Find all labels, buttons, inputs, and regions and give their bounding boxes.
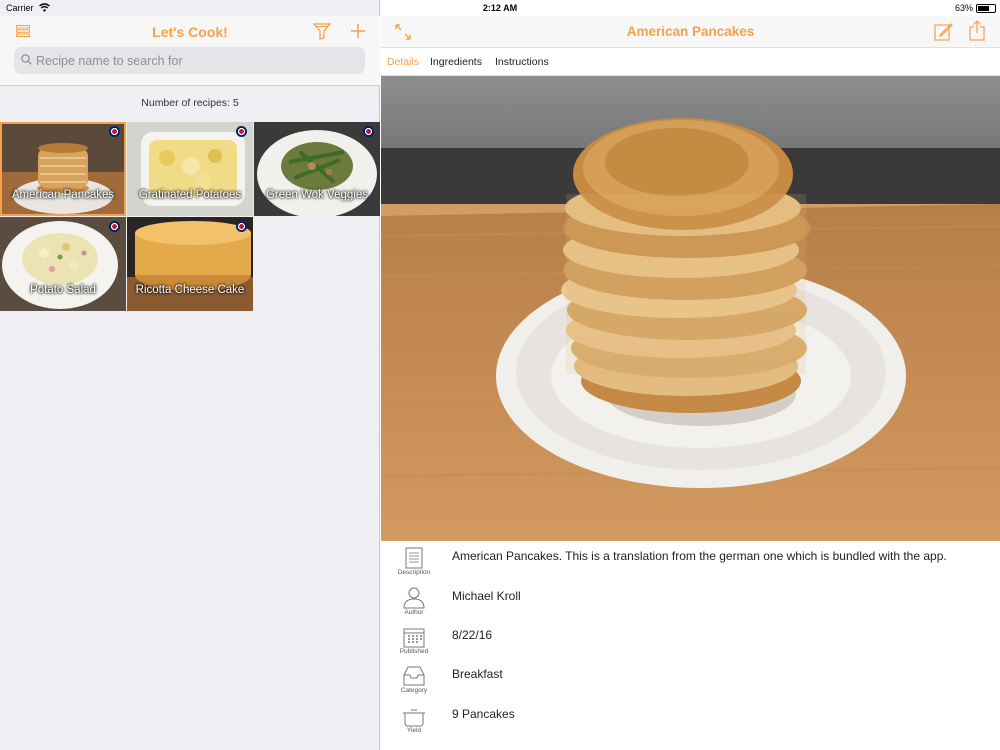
recipe-tile-ricotta-cheese-cake[interactable]: Ricotta Cheese Cake bbox=[127, 217, 253, 311]
uk-flag-icon bbox=[109, 126, 120, 137]
share-icon[interactable] bbox=[969, 20, 985, 41]
pot-icon bbox=[403, 709, 425, 727]
left-navigation-bar: Let's Cook! bbox=[0, 16, 380, 86]
recipe-tile-gratinated-potatoes[interactable]: Gratinated Potatoes bbox=[127, 122, 253, 216]
recipe-count: Number of recipes: 5 bbox=[141, 97, 239, 109]
recipe-list-panel: Let's Cook! Number of recipes: 5 bbox=[0, 0, 380, 750]
recipe-name: American Pancakes bbox=[11, 189, 115, 201]
battery-percent: 63% bbox=[954, 3, 973, 13]
search-bar[interactable] bbox=[14, 47, 365, 74]
recipe-detail-panel: American Pancakes Details Ingredients In… bbox=[381, 0, 1000, 750]
detail-value: Michael Kroll bbox=[452, 589, 521, 603]
calendar-icon bbox=[403, 628, 425, 648]
detail-caption: Description bbox=[397, 569, 431, 576]
edit-icon[interactable] bbox=[934, 22, 953, 41]
clock: 2:12 AM bbox=[482, 3, 518, 13]
person-icon bbox=[403, 587, 425, 609]
search-input[interactable] bbox=[36, 51, 356, 70]
uk-flag-icon bbox=[236, 221, 247, 232]
recipe-tile-green-wok-veggies[interactable]: Green Wok Veggies bbox=[254, 122, 380, 216]
detail-row-author: Author Michael Kroll bbox=[381, 581, 1000, 620]
recipe-thumbnail bbox=[127, 217, 253, 311]
filter-icon[interactable] bbox=[313, 23, 331, 40]
detail-value: 9 Pancakes bbox=[452, 707, 515, 721]
detail-row-published: Published 8/22/16 bbox=[381, 620, 1000, 659]
add-icon[interactable] bbox=[350, 23, 366, 39]
recipe-name: Gratinated Potatoes bbox=[138, 189, 242, 201]
right-navigation-bar: American Pancakes bbox=[381, 16, 1000, 48]
recipe-tile-potato-salad[interactable]: Potato Salad bbox=[0, 217, 126, 311]
search-icon bbox=[21, 54, 32, 65]
uk-flag-icon bbox=[236, 126, 247, 137]
battery-icon bbox=[976, 4, 996, 13]
uk-flag-icon bbox=[363, 126, 374, 137]
recipe-name: Ricotta Cheese Cake bbox=[135, 284, 245, 296]
recipe-title: American Pancakes bbox=[626, 24, 755, 39]
detail-caption: Category bbox=[400, 687, 428, 694]
recipe-name: Potato Salad bbox=[30, 284, 96, 296]
detail-row-category: Category Breakfast bbox=[381, 659, 1000, 698]
detail-caption: Yield bbox=[406, 727, 422, 734]
document-icon bbox=[405, 547, 423, 569]
recipe-thumbnail bbox=[254, 122, 380, 216]
tray-icon bbox=[403, 666, 425, 686]
detail-value: American Pancakes. This is a translation… bbox=[452, 549, 947, 563]
detail-caption: Published bbox=[399, 648, 429, 655]
detail-row-yield: Yield 9 Pancakes bbox=[381, 699, 1000, 738]
recipe-tile-american-pancakes[interactable]: American Pancakes bbox=[0, 122, 126, 216]
recipe-thumbnail bbox=[0, 217, 126, 311]
recipe-details-list: Description American Pancakes. This is a… bbox=[381, 541, 1000, 750]
recipe-thumbnail bbox=[127, 122, 253, 216]
detail-caption: Author bbox=[404, 609, 424, 616]
detail-row-description: Description American Pancakes. This is a… bbox=[381, 541, 1000, 580]
recipe-photo bbox=[381, 76, 1000, 541]
tab-details[interactable]: Details bbox=[382, 56, 424, 78]
tab-ingredients[interactable]: Ingredients bbox=[430, 56, 482, 68]
detail-value: 8/22/16 bbox=[452, 628, 493, 642]
recipe-thumbnail bbox=[0, 122, 126, 216]
status-bar: Carrier 2:12 AM 63% bbox=[0, 0, 1000, 16]
detail-tabs: Details Ingredients Instructions bbox=[381, 48, 1000, 78]
detail-value: Breakfast bbox=[452, 667, 503, 681]
recipe-name: Green Wok Veggies bbox=[265, 189, 369, 201]
uk-flag-icon bbox=[109, 221, 120, 232]
tab-instructions[interactable]: Instructions bbox=[495, 56, 549, 68]
